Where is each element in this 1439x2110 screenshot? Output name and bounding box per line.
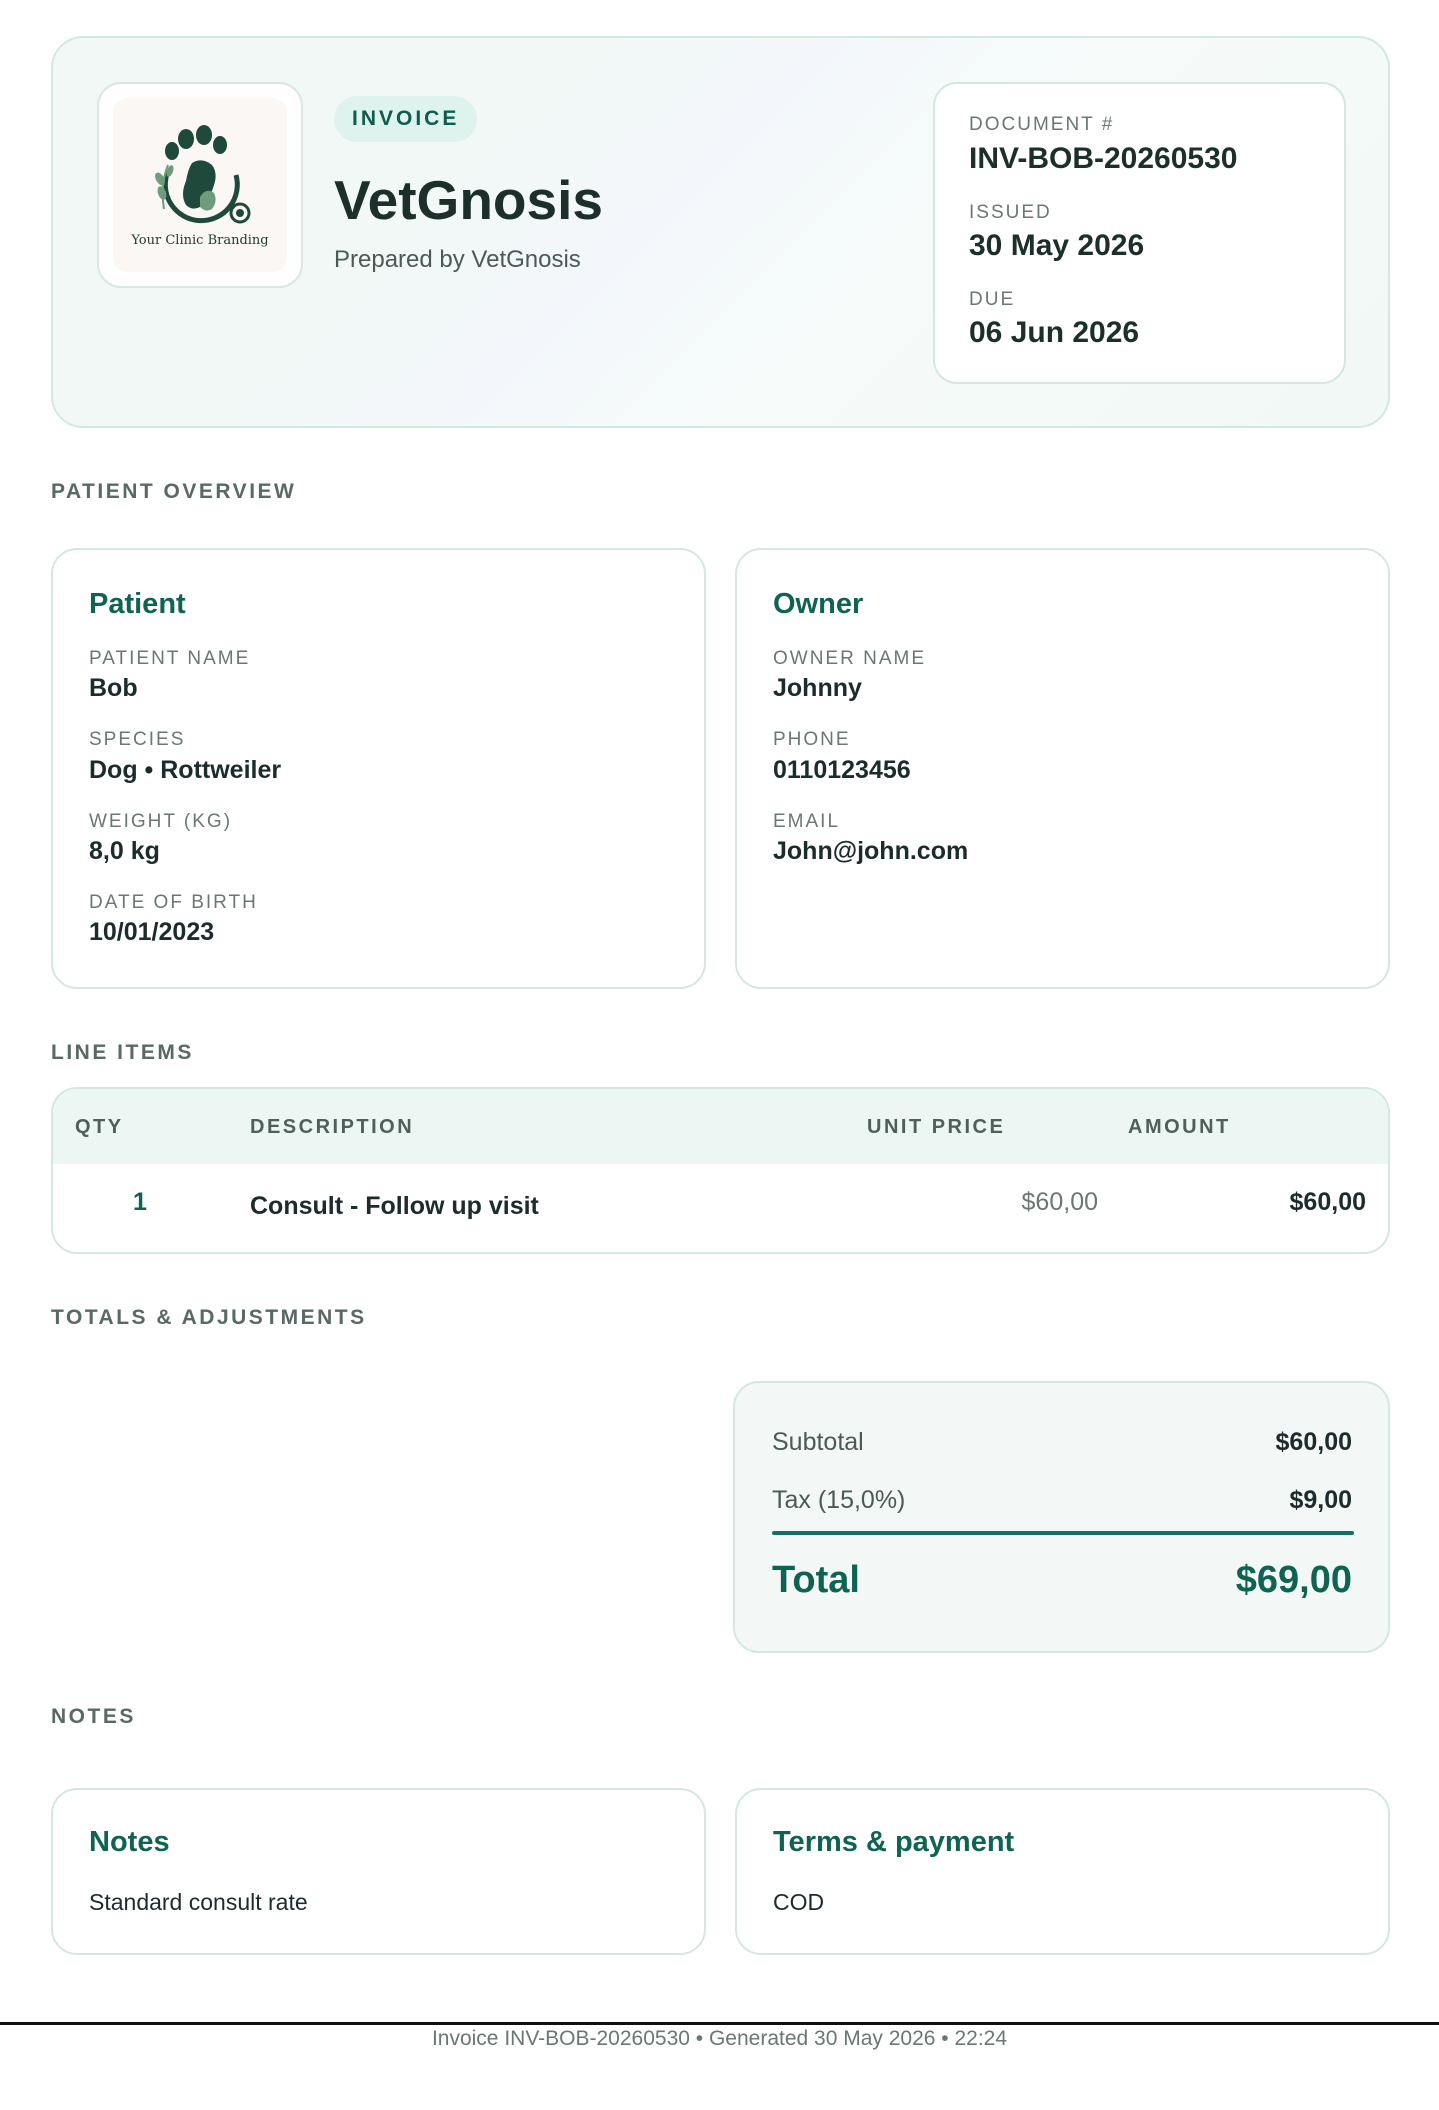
tax-label: Tax (15,0%): [772, 1486, 906, 1514]
paw-logo-icon: [155, 124, 251, 223]
row-unit-price: $60,00: [1021, 1188, 1098, 1216]
clinic-logo-image: Your Clinic Branding: [113, 98, 287, 272]
terms-text: COD: [773, 1889, 825, 1915]
due-date: 06 Jun 2026: [969, 316, 1140, 349]
column-header-description: DESCRIPTION: [250, 1116, 415, 1138]
invoice-header-card: Your Clinic Branding INVOICE VetGnosis P…: [51, 36, 1390, 428]
clinic-logo: Your Clinic Branding: [97, 82, 303, 288]
patient-name-label: PATIENT NAME: [89, 648, 251, 669]
patient-name: Bob: [89, 674, 138, 702]
species-label: SPECIES: [89, 729, 186, 750]
invoice-page: Your Clinic Branding INVOICE VetGnosis P…: [0, 0, 1439, 2110]
row-description: Consult - Follow up visit: [250, 1192, 539, 1220]
phone-value: 0110123456: [773, 756, 911, 784]
footer-divider: [0, 2022, 1439, 2025]
total-label: Total: [772, 1559, 860, 1601]
patient-heading: Patient: [89, 588, 186, 620]
section-title-line-items: LINE ITEMS: [51, 1041, 194, 1064]
issued-label: ISSUED: [969, 202, 1052, 223]
column-header-amount: AMOUNT: [1128, 1116, 1231, 1138]
dob-label: DATE OF BIRTH: [89, 892, 258, 913]
owner-name: Johnny: [773, 674, 862, 702]
notes-heading: Notes: [89, 1826, 170, 1858]
section-title-totals: TOTALS & ADJUSTMENTS: [51, 1306, 367, 1329]
tax-value: $9,00: [1289, 1486, 1352, 1514]
table-header-row: QTY DESCRIPTION UNIT PRICE AMOUNT: [53, 1089, 1388, 1164]
row-amount: $60,00: [1289, 1188, 1366, 1216]
total-value: $69,00: [1235, 1559, 1352, 1601]
totals-card: Subtotal $60,00 Tax (15,0%) $9,00 Total …: [733, 1381, 1390, 1653]
species-value: Dog • Rottweiler: [89, 756, 282, 784]
terms-card: Terms & payment COD: [735, 1788, 1390, 1955]
invoice-badge: INVOICE: [334, 96, 478, 142]
due-label: DUE: [969, 289, 1016, 310]
email-label: EMAIL: [773, 811, 841, 832]
subtotal-value: $60,00: [1275, 1428, 1352, 1456]
section-title-notes: NOTES: [51, 1705, 136, 1728]
logo-caption: Your Clinic Branding: [131, 232, 269, 248]
document-number: INV-BOB-20260530: [969, 142, 1238, 175]
owner-heading: Owner: [773, 588, 864, 620]
subtotal-label: Subtotal: [772, 1428, 864, 1456]
email-value: John@john.com: [773, 837, 969, 865]
section-title-patient-overview: PATIENT OVERVIEW: [51, 480, 297, 503]
footer-text: Invoice INV-BOB-20260530 • Generated 30 …: [431, 2027, 1008, 2050]
issued-date: 30 May 2026: [969, 229, 1145, 262]
notes-text: Standard consult rate: [89, 1889, 308, 1915]
row-qty: 1: [133, 1188, 147, 1216]
phone-label: PHONE: [773, 729, 851, 750]
dob-value: 10/01/2023: [89, 918, 215, 946]
owner-name-label: OWNER NAME: [773, 648, 926, 669]
column-header-unit-price: UNIT PRICE: [867, 1116, 1006, 1138]
prepared-by: Prepared by VetGnosis: [334, 246, 581, 273]
line-items-table: QTY DESCRIPTION UNIT PRICE AMOUNT 1 Cons…: [51, 1087, 1390, 1254]
notes-card: Notes Standard consult rate: [51, 1788, 706, 1955]
document-info-box: DOCUMENT # INV-BOB-20260530 ISSUED 30 Ma…: [933, 82, 1346, 384]
weight-label: WEIGHT (KG): [89, 811, 233, 832]
column-header-qty: QTY: [75, 1116, 124, 1138]
totals-divider: [772, 1531, 1354, 1535]
terms-heading: Terms & payment: [773, 1826, 1015, 1858]
document-number-label: DOCUMENT #: [969, 114, 1115, 135]
patient-card: Patient PATIENT NAME Bob SPECIES Dog • R…: [51, 548, 706, 989]
weight-value: 8,0 kg: [89, 837, 160, 865]
owner-card: Owner OWNER NAME Johnny PHONE 0110123456…: [735, 548, 1390, 989]
clinic-name: VetGnosis: [334, 169, 603, 231]
